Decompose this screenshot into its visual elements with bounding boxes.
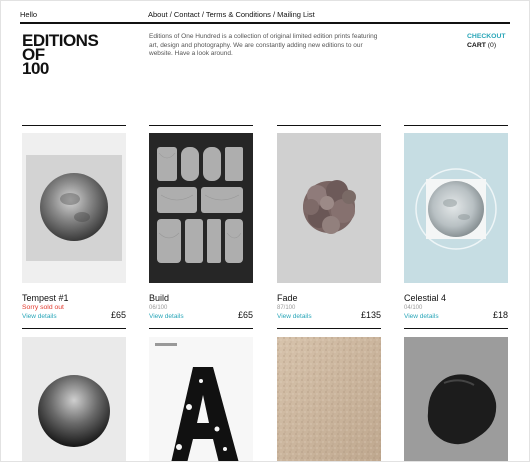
blue-moon-print-icon <box>404 133 508 283</box>
cart-count: (0) <box>487 41 497 49</box>
product-card: Build 06/100 View details £65 <box>149 293 253 323</box>
site-logo[interactable]: EDITIONS OF 100 <box>22 32 99 78</box>
header-rule <box>20 22 510 24</box>
hydrangea-photo-icon <box>277 133 381 283</box>
cart-panel: CHECKOUT CART (0) <box>467 33 506 50</box>
product-card: Tempest #1 Sorry sold out View details £… <box>22 293 126 323</box>
product-card: Celestial 4 04/100 View details £18 <box>404 293 508 323</box>
letter-a-poster-icon <box>149 337 253 461</box>
view-details-link[interactable]: View details <box>22 313 57 320</box>
sand-texture-icon <box>277 337 381 461</box>
product-image-build[interactable] <box>149 133 253 283</box>
cart-link[interactable]: CART (0) <box>467 42 506 51</box>
product-rule <box>277 125 381 126</box>
product-rule <box>404 125 508 126</box>
grey-moon-photo-icon <box>26 155 122 261</box>
black-rock-photo-icon <box>404 337 508 461</box>
product-price: £65 <box>237 310 253 320</box>
product-price: £18 <box>492 310 508 320</box>
product-image-letter-a[interactable] <box>149 337 253 461</box>
product-card: Fade 87/100 View details £135 <box>277 293 381 323</box>
hello-link[interactable]: Hello <box>20 10 37 19</box>
product-rule <box>22 125 126 126</box>
product-image-celestial[interactable] <box>404 133 508 283</box>
product-price: £65 <box>110 310 126 320</box>
nav-mailing-list[interactable]: Mailing List <box>277 10 315 19</box>
main-nav: About / Contact / Terms & Conditions / M… <box>148 10 315 19</box>
nav-about[interactable]: About <box>148 10 168 19</box>
view-details-link[interactable]: View details <box>149 313 184 320</box>
product-image-tempest[interactable] <box>22 133 126 283</box>
view-details-link[interactable]: View details <box>277 313 312 320</box>
intro-text: Editions of One Hundred is a collection … <box>149 33 378 57</box>
nav-contact[interactable]: Contact <box>174 10 200 19</box>
product-divider <box>277 328 381 329</box>
edition-count: 87/100 <box>277 305 296 311</box>
product-image-rock[interactable] <box>404 337 508 461</box>
product-divider <box>404 328 508 329</box>
page-frame: Hello About / Contact / Terms & Conditio… <box>0 0 530 462</box>
dark-sphere-photo-icon <box>22 337 126 461</box>
product-title[interactable]: Celestial 4 <box>404 293 446 303</box>
cart-label: CART <box>467 41 486 49</box>
product-divider <box>22 328 126 329</box>
product-title[interactable]: Build <box>149 293 169 303</box>
edition-count: 04/100 <box>404 305 423 311</box>
checkout-link[interactable]: CHECKOUT <box>467 33 506 42</box>
product-title[interactable]: Tempest #1 <box>22 293 69 303</box>
product-image-sphere[interactable] <box>22 337 126 461</box>
edition-count: 06/100 <box>149 305 168 311</box>
wood-type-poster-icon <box>149 133 253 283</box>
logo-line-3: 100 <box>22 59 49 78</box>
sold-out-label: Sorry sold out <box>22 304 64 311</box>
product-title[interactable]: Fade <box>277 293 298 303</box>
product-image-fade[interactable] <box>277 133 381 283</box>
product-divider <box>149 328 253 329</box>
nav-terms[interactable]: Terms & Conditions <box>206 10 271 19</box>
product-price: £135 <box>360 310 381 320</box>
product-image-sand[interactable] <box>277 337 381 461</box>
view-details-link[interactable]: View details <box>404 313 439 320</box>
product-rule <box>149 125 253 126</box>
